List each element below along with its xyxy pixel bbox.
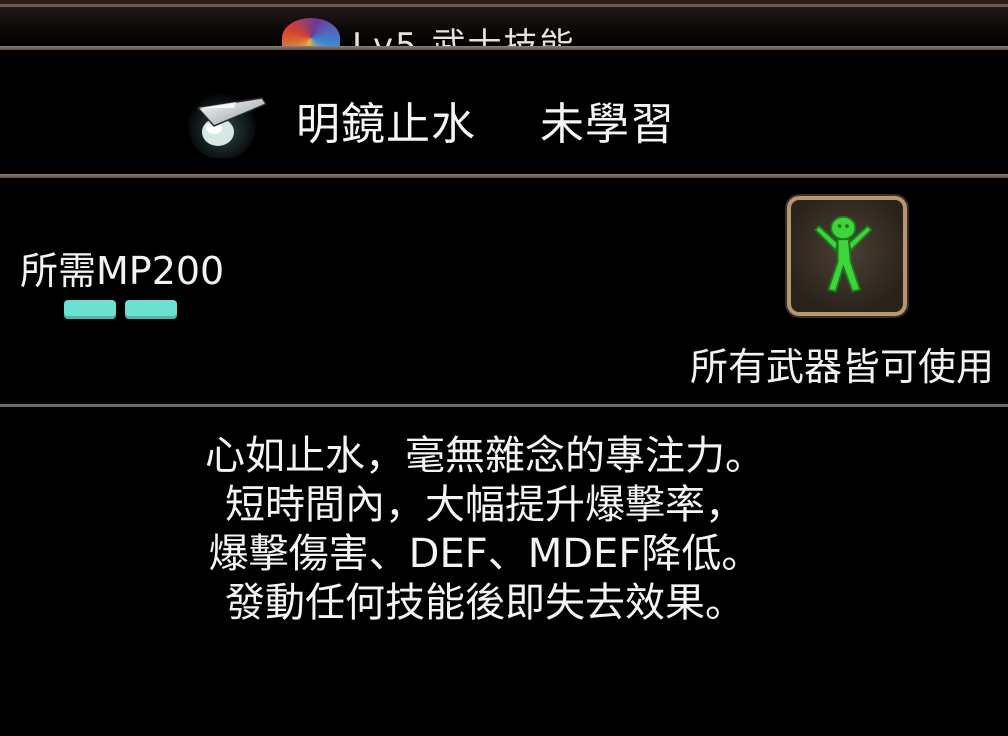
divider [0, 404, 1008, 407]
description-line: 短時間內，大幅提升爆擊率， [225, 482, 745, 528]
top-title-bar: Lv5 武士技能 [0, 0, 1008, 48]
blade-icon [188, 92, 268, 158]
class-emblem-icon [282, 18, 340, 48]
description-line: 發動任何技能後即失去效果。 [225, 580, 745, 626]
mp-pip [125, 300, 177, 319]
mp-pip [64, 300, 116, 319]
skill-description: 心如止水，毫無雜念的專注力。 短時間內，大幅提升爆擊率， 爆擊傷害、DEF、MD… [0, 432, 970, 628]
description-line: 爆擊傷害、DEF、MDEF降低。 [208, 531, 762, 577]
weapon-caption: 所有武器皆可使用 [690, 345, 995, 389]
divider [0, 46, 1008, 50]
weapon-type-badge [787, 196, 907, 316]
skill-status: 未學習 [540, 99, 675, 150]
skill-name: 明鏡止水 [296, 99, 476, 150]
divider [0, 174, 1008, 178]
green-figure-icon [813, 215, 873, 293]
mp-requirement-label: 所需MP200 [20, 249, 225, 293]
top-title: Lv5 武士技能 [352, 26, 576, 48]
description-line: 心如止水，毫無雜念的專注力。 [205, 433, 765, 479]
